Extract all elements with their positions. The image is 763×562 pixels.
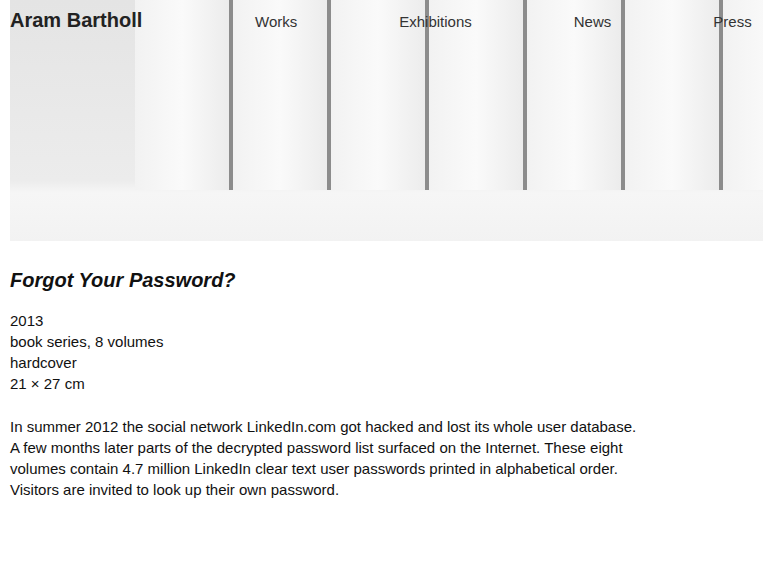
description-line: volumes contain 4.7 million LinkedIn cle…: [10, 458, 763, 479]
detail-line: book series, 8 volumes: [10, 331, 763, 352]
detail-line: 21 × 27 cm: [10, 373, 763, 394]
main-nav: Works Exhibitions News Press: [255, 13, 752, 30]
nav-item[interactable]: Works: [255, 13, 297, 30]
work-description: In summer 2012 the social network Linked…: [10, 416, 763, 500]
nav-item[interactable]: Exhibitions: [399, 13, 472, 30]
book: [625, 0, 719, 190]
detail-line: hardcover: [10, 352, 763, 373]
artwork-photo: [10, 0, 763, 241]
work-details: 2013book series, 8 volumeshardcover21 × …: [10, 310, 763, 394]
description-line: A few months later parts of the decrypte…: [10, 437, 763, 458]
detail-line: 2013: [10, 310, 763, 331]
book: [135, 0, 229, 190]
site-title[interactable]: Aram Bartholl: [10, 9, 255, 32]
nav-item[interactable]: News: [574, 13, 612, 30]
nav-item[interactable]: Press: [713, 13, 751, 30]
description-line: Visitors are invited to look up their ow…: [10, 479, 763, 500]
hero: Aram Bartholl Works Exhibitions News Press: [10, 0, 763, 241]
site-header: Aram Bartholl Works Exhibitions News Press: [10, 0, 763, 32]
work-title: Forgot Your Password?: [10, 267, 763, 293]
description-line: In summer 2012 the social network Linked…: [10, 416, 763, 437]
page: Aram Bartholl WorksExhibitionsNewsPress …: [0, 0, 763, 500]
